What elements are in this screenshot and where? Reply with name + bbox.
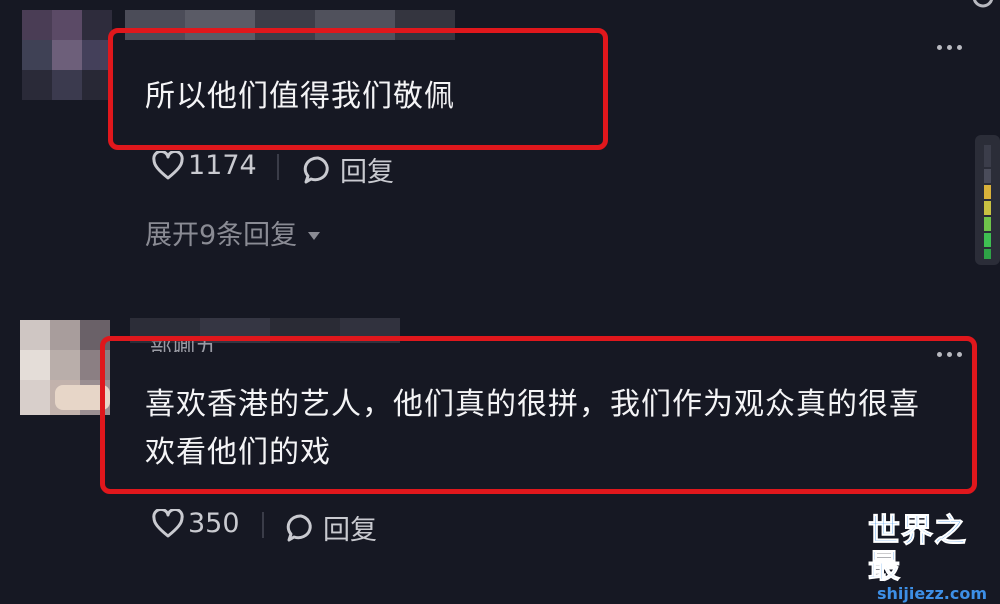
heart-icon — [152, 150, 184, 181]
expand-replies-button[interactable]: 展开9条回复 — [145, 213, 321, 252]
heart-icon — [152, 508, 184, 539]
comment-bubble-icon — [302, 154, 334, 186]
avatar[interactable] — [22, 10, 112, 100]
comment-text-line-2: 欢看他们的戏 — [145, 435, 331, 470]
like-count: 350 — [188, 508, 240, 539]
like-button[interactable]: 350 — [152, 508, 240, 539]
like-count: 1174 — [188, 150, 257, 181]
reply-label: 回复 — [323, 515, 377, 546]
comment-bubble-icon — [285, 512, 317, 544]
reply-button[interactable]: 回复 — [285, 508, 377, 547]
comment-text: 所以他们值得我们敬佩 — [145, 79, 455, 114]
reply-button[interactable]: 回复 — [302, 150, 394, 189]
chevron-down-icon — [307, 217, 321, 248]
like-button[interactable]: 1174 — [152, 150, 257, 181]
watermark-logo: 世界之最 shijiezz.com — [868, 512, 996, 604]
search-icon[interactable] — [968, 0, 998, 14]
divider — [277, 154, 279, 180]
more-icon[interactable] — [937, 45, 962, 50]
divider — [262, 512, 264, 538]
watermark-title: 世界之最 — [868, 511, 968, 585]
watermark-url: shijiezz.com — [876, 584, 988, 603]
reply-label: 回复 — [340, 157, 394, 188]
expand-label: 展开9条回复 — [145, 220, 298, 251]
scrollbar[interactable] — [975, 135, 1000, 265]
comment-text-line-1: 喜欢香港的艺人，他们真的很拼，我们作为观众真的很喜 — [145, 387, 920, 422]
